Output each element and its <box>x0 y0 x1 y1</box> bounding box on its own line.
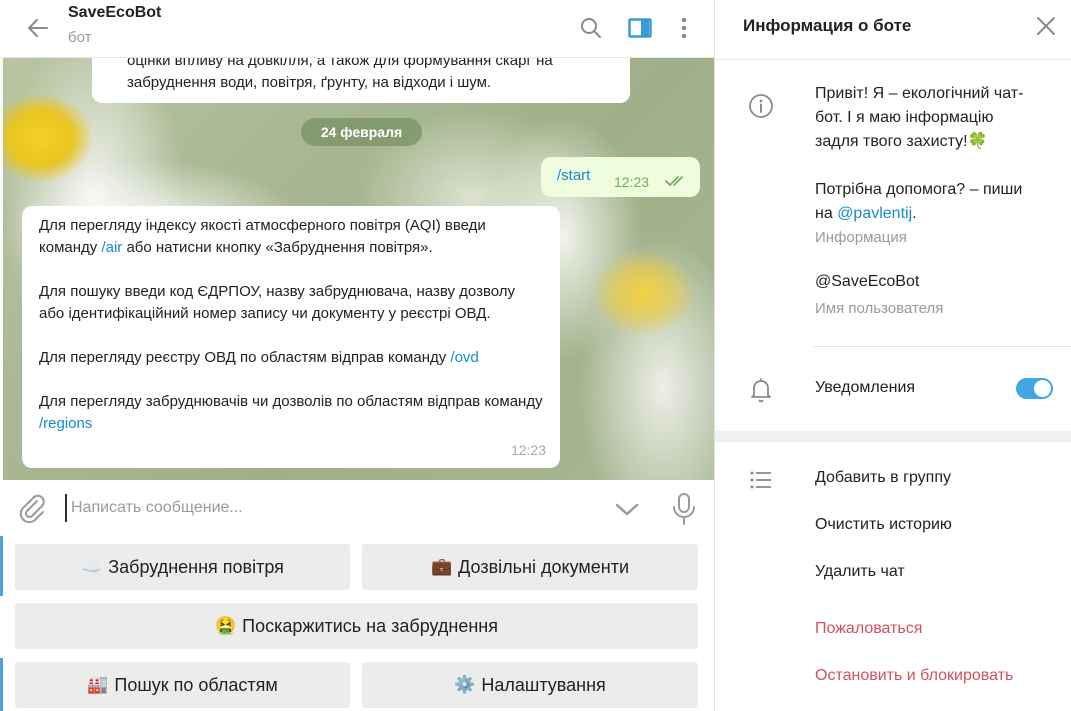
gear-icon: ⚙️ <box>454 675 476 694</box>
chat-background: оцінки впливу на довкілля, а також для ф… <box>3 58 714 480</box>
compose-bar <box>0 480 714 536</box>
back-button[interactable] <box>22 12 54 44</box>
description-line: на @pavlentij. <box>815 202 1055 226</box>
hide-keyboard-button[interactable] <box>612 497 642 521</box>
username-caption: Имя пользователя <box>815 300 944 317</box>
bot-text: Для перегляду реєстру ОВД по областям ві… <box>39 349 451 366</box>
chat-header: SaveEcoBot бот <box>0 0 714 58</box>
description-text: на <box>815 205 838 222</box>
microphone-icon <box>673 493 695 525</box>
bot-message-paragraph: Для перегляду індексу якості атмосферног… <box>39 215 544 259</box>
chat-pane: SaveEcoBot бот оцінки впливу на довкілля… <box>0 0 714 711</box>
description-text: . <box>912 205 917 222</box>
list-icon <box>750 471 771 489</box>
keyboard-button-label: Поскаржитись на забруднення <box>242 615 498 636</box>
message-time: 12:23 <box>614 174 650 190</box>
bot-description: Привіт! Я – екологічний чат- бот. І я ма… <box>815 82 1055 226</box>
add-to-group-action[interactable]: Добавить в группу <box>815 469 951 487</box>
bot-message-paragraph: Для перегляду забруднювачів чи дозволів … <box>39 391 544 435</box>
search-icon <box>581 18 601 38</box>
back-arrow-icon <box>28 19 48 37</box>
more-button[interactable] <box>666 10 702 46</box>
contact-username-link[interactable]: @pavlentij <box>837 205 912 222</box>
clover-icon: 🍀 <box>967 133 988 150</box>
keyboard-button-complain[interactable]: 🤮 Поскаржитись на забруднення <box>15 603 698 649</box>
description-line: Потрібна допомога? – пиши <box>815 181 1023 198</box>
command-link-regions[interactable]: /regions <box>39 415 92 432</box>
attach-button[interactable] <box>17 493 47 524</box>
keyboard-row-indicator <box>0 536 3 596</box>
description-caption: Информация <box>815 229 907 246</box>
report-action[interactable]: Пожаловаться <box>815 620 922 638</box>
message-input[interactable] <box>65 494 585 522</box>
close-icon <box>1037 17 1055 35</box>
keyboard-button-label: Налаштування <box>481 674 606 695</box>
description-text: задля твого захисту! <box>815 133 968 150</box>
keyboard-button-label: Забруднення повітря <box>108 556 284 577</box>
info-icon <box>749 94 773 118</box>
more-vertical-icon <box>681 17 687 39</box>
prev-message-line: забруднення води, повітря, ґрунту, на ві… <box>127 74 492 91</box>
keyboard-row-indicator <box>0 658 3 711</box>
keyboard-button-regions[interactable]: 🏭 Пошук по областям <box>15 662 350 708</box>
keyboard-button-label: Пошук по областям <box>114 674 278 695</box>
panel-title: Информация о боте <box>743 16 912 35</box>
bot-text: або натисни кнопку «Забруднення повітря»… <box>122 239 433 256</box>
delete-chat-action[interactable]: Удалить чат <box>815 563 905 581</box>
factory-icon: 🏭 <box>87 675 109 694</box>
notifications-toggle[interactable] <box>1016 378 1053 399</box>
outgoing-message-text: /start <box>557 167 591 184</box>
chat-title[interactable]: SaveEcoBot <box>68 4 161 22</box>
bell-icon <box>751 378 771 403</box>
previous-message[interactable]: оцінки впливу на довкілля, а також для ф… <box>92 58 630 103</box>
description-line: задля твого захисту!🍀 <box>815 130 1055 154</box>
cloud-icon: ☁️ <box>81 557 103 576</box>
notifications-label: Уведомления <box>815 379 916 396</box>
chat-subtitle: бот <box>68 29 92 46</box>
bot-text: Для перегляду забруднювачів чи дозволів … <box>39 393 543 410</box>
divider <box>813 346 1071 347</box>
keyboard-button-label: Дозвільні документи <box>458 556 630 577</box>
divider <box>715 59 1071 60</box>
double-check-icon <box>665 176 683 186</box>
keyboard-button-settings[interactable]: ⚙️ Налаштування <box>362 662 698 708</box>
paperclip-icon <box>19 494 45 524</box>
toggle-knob <box>1034 380 1051 397</box>
bot-message[interactable]: Для перегляду індексу якості атмосферног… <box>22 206 560 468</box>
command-link-ovd[interactable]: /ovd <box>450 349 478 366</box>
description-line: бот. І я маю інформацію <box>815 109 994 126</box>
bot-info-panel: Информация о боте Привіт! Я – екологічни… <box>714 0 1071 711</box>
search-button[interactable] <box>573 10 609 46</box>
command-link-air[interactable]: /air <box>101 239 122 256</box>
bot-username[interactable]: @SaveEcoBot <box>815 273 919 291</box>
clear-history-action[interactable]: Очистить историю <box>815 516 952 534</box>
bot-message-paragraph: Для перегляду реєстру ОВД по областям ві… <box>39 347 544 369</box>
chevron-down-icon <box>615 503 639 516</box>
keyboard-button-air-pollution[interactable]: ☁️ Забруднення повітря <box>15 544 350 590</box>
section-divider <box>715 431 1071 442</box>
sidebar-toggle-icon <box>628 18 652 38</box>
voice-record-button[interactable] <box>670 492 698 526</box>
sidebar-toggle-button[interactable] <box>622 10 658 46</box>
date-divider: 24 февраля <box>301 118 422 146</box>
description-line: Привіт! Я – екологічний чат- <box>815 85 1024 102</box>
bot-keyboard: ☁️ Забруднення повітря 💼 Дозвільні докум… <box>0 536 714 711</box>
keyboard-button-permits[interactable]: 💼 Дозвільні документи <box>362 544 698 590</box>
sick-face-icon: 🤮 <box>214 616 237 635</box>
prev-message-line: оцінки впливу на довкілля, а також для ф… <box>127 58 553 69</box>
outgoing-message[interactable]: /start 12:23 <box>541 157 700 197</box>
close-panel-button[interactable] <box>1032 12 1060 40</box>
briefcase-icon: 💼 <box>430 557 453 576</box>
stop-and-block-action[interactable]: Остановить и блокировать <box>815 667 1013 685</box>
bot-message-paragraph: Для пошуку введи код ЄДРПОУ, назву забру… <box>39 283 516 322</box>
message-time: 12:23 <box>510 442 546 458</box>
